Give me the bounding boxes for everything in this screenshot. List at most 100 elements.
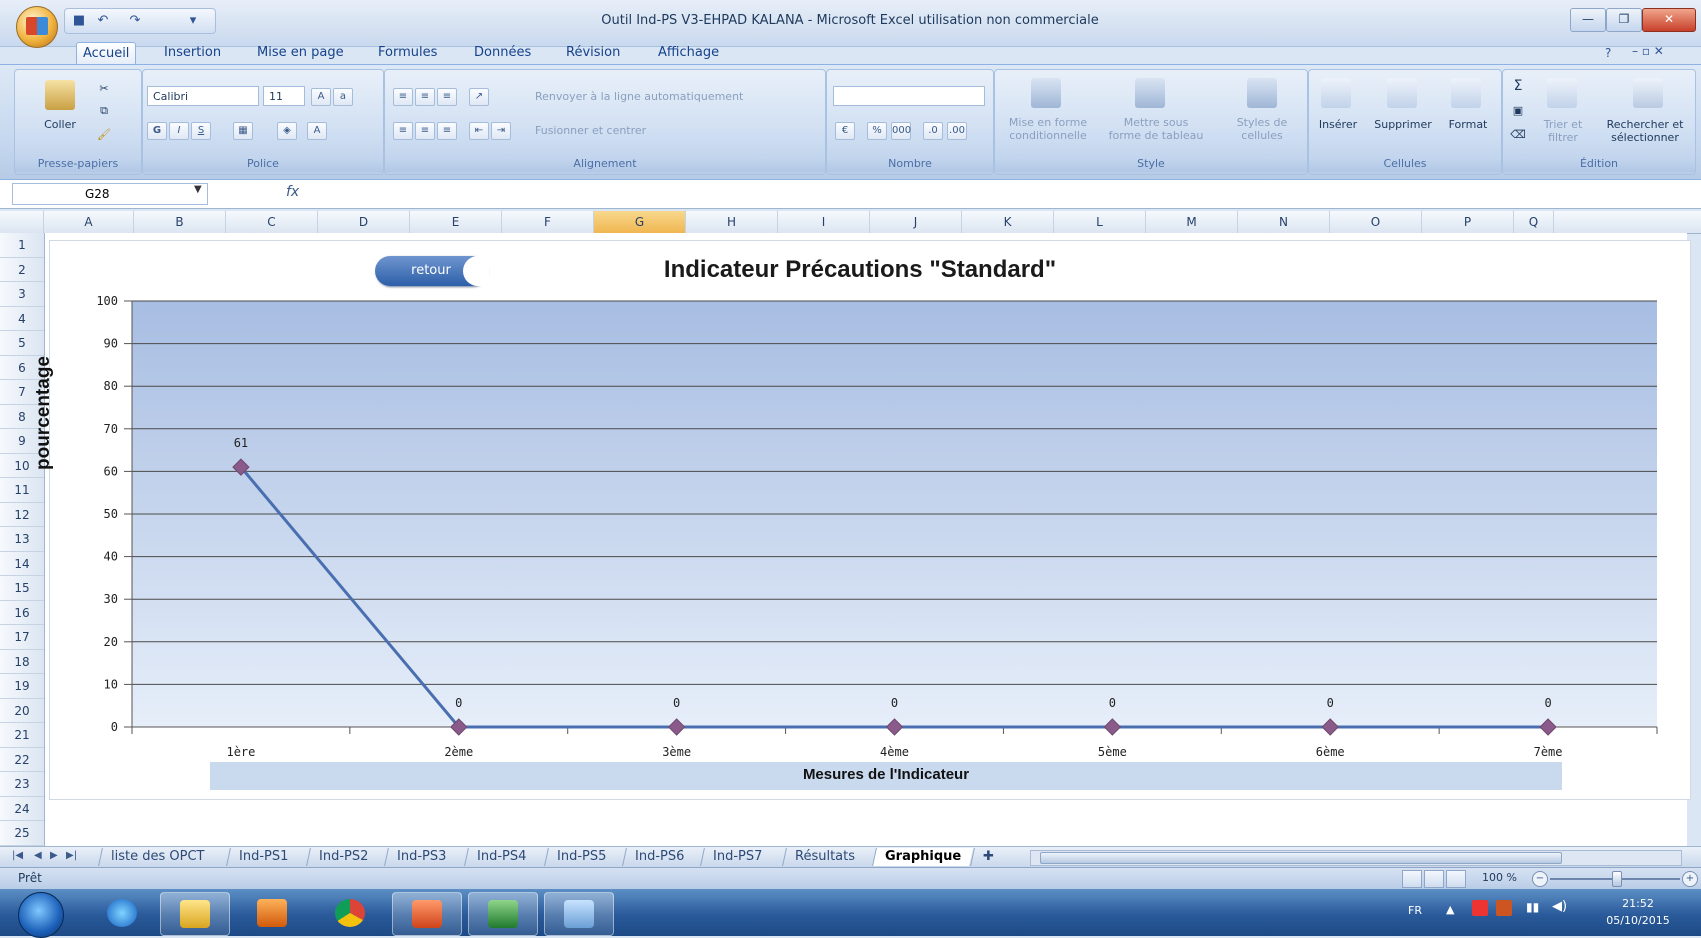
font-color-icon[interactable]: A — [307, 122, 327, 140]
delete-button[interactable]: Supprimer — [1367, 118, 1439, 131]
undo-icon[interactable]: ↶ — [95, 13, 111, 28]
taskbar-ie[interactable] — [88, 892, 156, 934]
decrease-indent-icon[interactable]: ⇤ — [469, 122, 489, 140]
sort-filter-button[interactable]: Trier et filtrer — [1533, 118, 1593, 144]
clear-icon[interactable]: ⌫ — [1509, 128, 1527, 141]
security-icon[interactable] — [1496, 900, 1512, 916]
column-header-m[interactable]: M — [1146, 211, 1238, 233]
paste-icon[interactable] — [45, 80, 75, 110]
binoculars-icon[interactable] — [1633, 78, 1663, 108]
shrink-font-icon[interactable]: a — [333, 88, 353, 106]
action-center-flag-icon[interactable] — [1472, 900, 1488, 916]
zoom-level[interactable]: 100 % — [1482, 871, 1517, 884]
insert-cells-icon[interactable] — [1321, 78, 1351, 108]
language-indicator[interactable]: FR — [1408, 904, 1422, 917]
align-left-icon[interactable]: ≡ — [393, 122, 413, 140]
row-header-16[interactable]: 16 — [0, 601, 44, 626]
conditional-format-button[interactable]: Mise en forme conditionnelle — [999, 116, 1097, 142]
cut-icon[interactable]: ✂ — [95, 82, 113, 95]
cell-styles-icon[interactable] — [1247, 78, 1277, 108]
tab-mise-en-page[interactable]: Mise en page — [251, 42, 350, 64]
tab-donnees[interactable]: Données — [468, 42, 537, 64]
row-header-19[interactable]: 19 — [0, 674, 44, 699]
row-header-2[interactable]: 2 — [0, 258, 44, 283]
redo-icon[interactable]: ↷ — [127, 13, 143, 28]
taskbar-media-player[interactable] — [238, 892, 306, 934]
row-header-3[interactable]: 3 — [0, 282, 44, 307]
zoom-slider-knob[interactable] — [1612, 871, 1622, 887]
sheet-tab-ind-ps2[interactable]: Ind-PS2 — [306, 848, 381, 866]
fill-color-icon[interactable]: ◈ — [277, 122, 297, 140]
row-header-20[interactable]: 20 — [0, 699, 44, 724]
cell-styles-button[interactable]: Styles de cellules — [1223, 116, 1301, 142]
page-break-view-button[interactable] — [1446, 870, 1466, 888]
sheet-tab-ind-ps7[interactable]: Ind-PS7 — [700, 848, 775, 866]
column-header-b[interactable]: B — [134, 211, 226, 233]
thousands-icon[interactable]: 000 — [891, 122, 911, 140]
column-header-k[interactable]: K — [962, 211, 1054, 233]
save-icon[interactable]: ■ — [71, 13, 87, 28]
zoom-out-button[interactable]: − — [1532, 871, 1548, 887]
increase-indent-icon[interactable]: ⇥ — [491, 122, 511, 140]
column-header-i[interactable]: I — [778, 211, 870, 233]
delete-cells-icon[interactable] — [1387, 78, 1417, 108]
customize-qat-icon[interactable]: ▾ — [185, 13, 201, 28]
find-select-button[interactable]: Rechercher et sélectionner — [1597, 118, 1693, 144]
align-right-icon[interactable]: ≡ — [437, 122, 457, 140]
column-header-g[interactable]: G — [594, 211, 686, 233]
row-header-15[interactable]: 15 — [0, 576, 44, 601]
next-sheet-icon[interactable]: ▶ — [50, 850, 58, 861]
orientation-icon[interactable]: ↗ — [469, 88, 489, 106]
autosum-icon[interactable]: Σ — [1509, 79, 1527, 93]
sheet-tab-ind-ps4[interactable]: Ind-PS4 — [464, 848, 539, 866]
column-header-q[interactable]: Q — [1514, 211, 1554, 233]
wrap-text-button[interactable]: Renvoyer à la ligne automatiquement — [535, 90, 815, 103]
first-sheet-icon[interactable]: |◀ — [12, 850, 23, 861]
currency-icon[interactable]: € — [835, 122, 855, 140]
volume-icon[interactable]: ◀) — [1552, 899, 1567, 914]
font-name-box[interactable]: Calibri — [147, 86, 259, 106]
sheet-tab-liste-des-opct[interactable]: liste des OPCT — [98, 848, 217, 866]
taskbar-paint[interactable] — [544, 892, 614, 936]
help-icon[interactable]: ? — [1605, 46, 1611, 60]
normal-view-button[interactable] — [1402, 870, 1422, 888]
font-size-box[interactable]: 11 — [263, 86, 305, 106]
prev-sheet-icon[interactable]: ◀ — [34, 850, 42, 861]
format-as-table-button[interactable]: Mettre sous forme de tableau — [1107, 116, 1205, 142]
increase-decimal-icon[interactable]: .0 — [923, 122, 943, 140]
align-bottom-icon[interactable]: ≡ — [437, 88, 457, 106]
decrease-decimal-icon[interactable]: .00 — [947, 122, 967, 140]
column-header-p[interactable]: P — [1422, 211, 1514, 233]
row-header-22[interactable]: 22 — [0, 748, 44, 773]
column-header-j[interactable]: J — [870, 211, 962, 233]
page-layout-view-button[interactable] — [1424, 870, 1444, 888]
taskbar-chrome[interactable] — [316, 892, 384, 934]
taskbar-powerpoint[interactable] — [392, 892, 462, 936]
name-box[interactable]: G28 — [12, 183, 208, 205]
format-cells-icon[interactable] — [1451, 78, 1481, 108]
conditional-format-icon[interactable] — [1031, 78, 1061, 108]
format-as-table-icon[interactable] — [1135, 78, 1165, 108]
network-icon[interactable]: ▮▮ — [1526, 900, 1539, 914]
tab-formules[interactable]: Formules — [372, 42, 443, 64]
format-painter-icon[interactable]: 🖌 — [95, 128, 113, 141]
taskbar-explorer[interactable] — [160, 892, 230, 936]
fill-icon[interactable]: ▣ — [1509, 104, 1527, 117]
column-header-d[interactable]: D — [318, 211, 410, 233]
bold-icon[interactable]: G — [147, 122, 167, 140]
taskbar-excel[interactable] — [468, 892, 538, 936]
italic-icon[interactable]: I — [169, 122, 189, 140]
horizontal-scroll-thumb[interactable] — [1040, 852, 1562, 864]
sheet-tab-ind-ps5[interactable]: Ind-PS5 — [544, 848, 619, 866]
sheet-tab-ind-ps1[interactable]: Ind-PS1 — [226, 848, 301, 866]
close-button[interactable]: ✕ — [1642, 8, 1696, 32]
align-middle-icon[interactable]: ≡ — [415, 88, 435, 106]
row-header-17[interactable]: 17 — [0, 625, 44, 650]
row-header-23[interactable]: 23 — [0, 772, 44, 797]
new-sheet-tab[interactable]: ✚ — [970, 848, 1017, 866]
row-header-1[interactable]: 1 — [0, 233, 44, 258]
merge-center-button[interactable]: Fusionner et centrer — [535, 124, 735, 137]
column-header-e[interactable]: E — [410, 211, 502, 233]
format-button[interactable]: Format — [1443, 118, 1493, 131]
row-header-21[interactable]: 21 — [0, 723, 44, 748]
